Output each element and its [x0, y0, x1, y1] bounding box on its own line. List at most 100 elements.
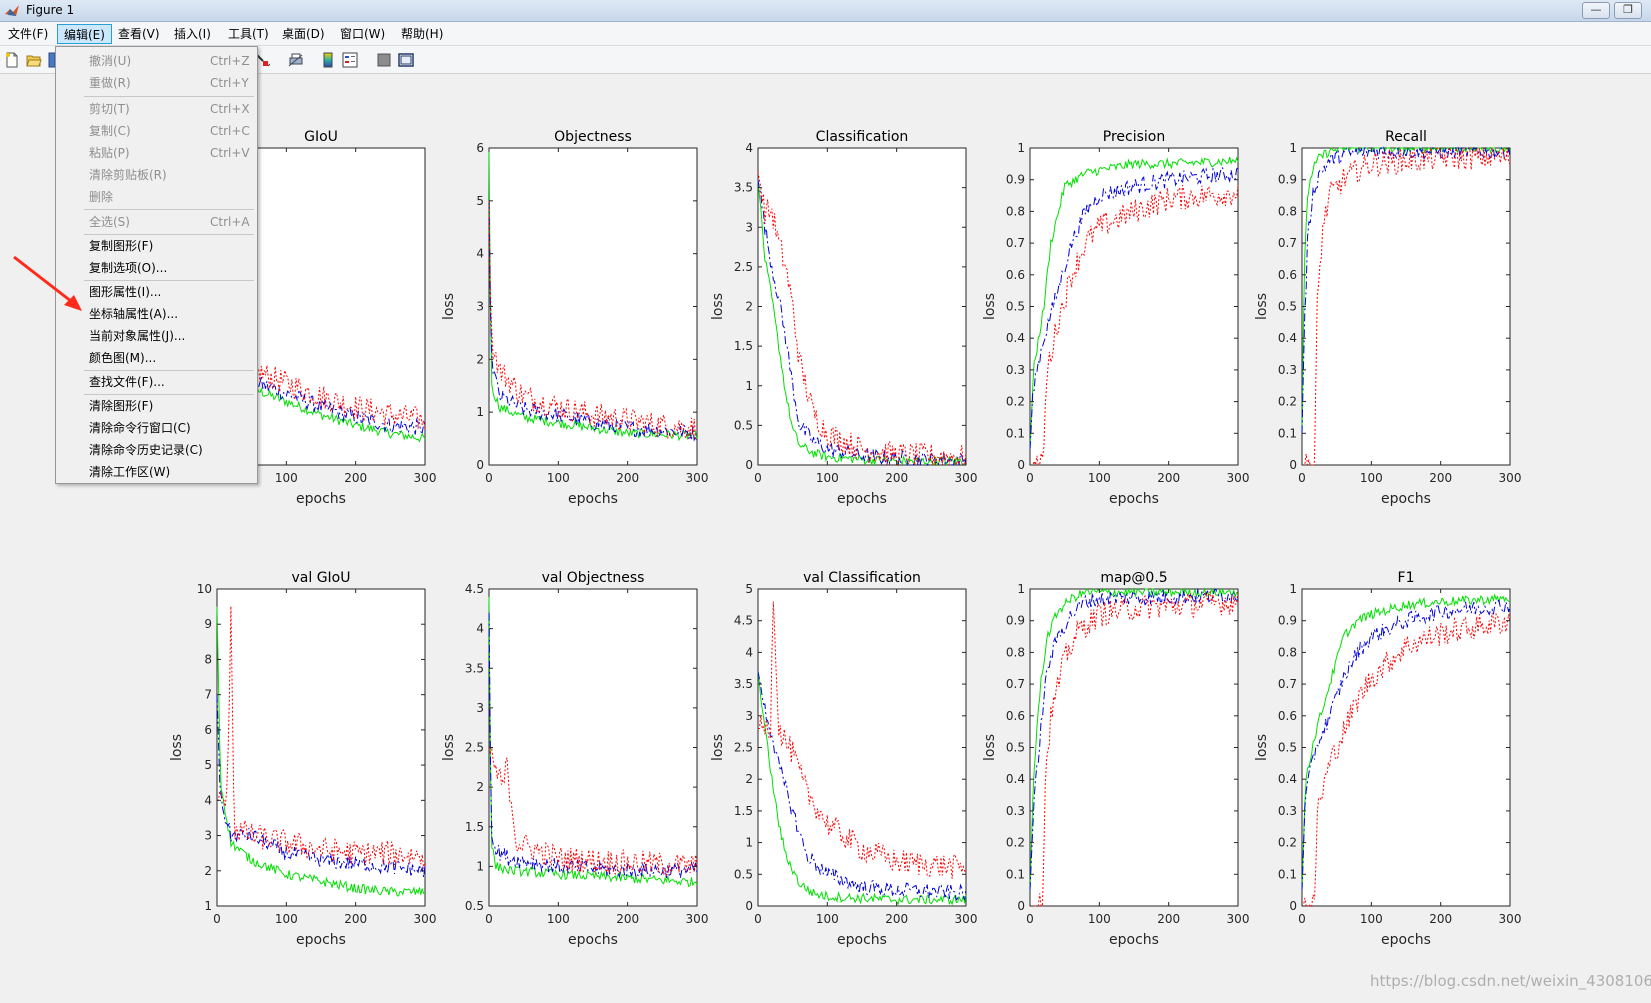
y-tick-label: 5 [745, 582, 753, 596]
menu-item-undo[interactable]: 撤消(U) Ctrl+Z [56, 50, 257, 72]
menu-item-clear-command-history[interactable]: 清除命令历史记录(C) [56, 439, 257, 461]
x-axis-label: epochs [296, 491, 346, 507]
x-tick-label: 100 [275, 912, 298, 926]
x-tick-label: 200 [344, 471, 367, 485]
y-tick-label: 0.7 [1006, 677, 1025, 691]
menu-item-delete[interactable]: 删除 [56, 186, 257, 208]
subplot-f1[interactable]: 0 100 200 300 0 0.1 0.2 0.3 0.4 0.5 0.6 0.7 0.8 0.9 1 F… [1254, 570, 1521, 948]
menu-item-copy-figure[interactable]: 复制图形(F) [56, 235, 257, 257]
x-tick-label: 300 [686, 912, 709, 926]
x-tick-label: 300 [414, 471, 437, 485]
watermark-text: https://blog.csdn.net/weixin_43081063 [1370, 972, 1651, 990]
subplot-val-classification[interactable]: 0 100 200 300 0 0.5 1 1.5 2 2.5 3 3.5 4 4.5 5 val Class… [710, 570, 977, 948]
y-tick-label: 0.3 [1278, 363, 1297, 377]
open-file-icon[interactable] [26, 52, 42, 68]
y-tick-label: 0.9 [1006, 173, 1025, 187]
y-tick-label: 0.6 [1006, 268, 1025, 282]
new-figure-icon[interactable] [4, 52, 20, 68]
y-tick-label: 0.3 [1006, 804, 1025, 818]
menu-item-current-object-properties[interactable]: 当前对象属性(J)... [56, 325, 257, 347]
minimize-button[interactable]: — [1582, 2, 1610, 19]
subplot-recall[interactable]: 0 100 200 300 0 0.1 0.2 0.3 0.4 0.5 0.6 0.7 0.8 0.9 1 R… [1254, 129, 1521, 507]
x-axis-label: epochs [568, 932, 618, 948]
y-tick-label: 0.5 [734, 418, 753, 432]
subplot-precision[interactable]: 0 100 200 300 0 0.1 0.2 0.3 0.4 0.5 0.6 0.7 0.8 0.9 1 P… [982, 129, 1249, 507]
legend-icon[interactable] [342, 52, 358, 68]
menu-item-clear-figure[interactable]: 清除图形(F) [56, 395, 257, 417]
x-tick-label: 100 [1360, 471, 1383, 485]
y-tick-label: 0 [745, 899, 753, 913]
subplot-objectness[interactable]: 0 100 200 300 0 1 2 3 4 5 6 Objectness epochs loss [441, 129, 708, 507]
x-tick-label: 100 [547, 471, 570, 485]
print-icon[interactable] [288, 52, 304, 68]
y-tick-label: 4 [476, 622, 484, 636]
x-tick-label: 0 [754, 912, 762, 926]
title-bar: Figure 1 — ❐ [0, 0, 1651, 22]
menu-file[interactable]: 文件(F) [2, 24, 54, 44]
colorbar-icon[interactable] [320, 52, 336, 68]
y-axis-label: loss [982, 293, 998, 320]
menu-item-redo[interactable]: 重做(R) Ctrl+Y [56, 72, 257, 94]
y-tick-label: 0.5 [1006, 741, 1025, 755]
y-tick-label: 0.1 [1006, 426, 1025, 440]
x-tick-label: 100 [275, 471, 298, 485]
x-tick-label: 0 [1026, 912, 1034, 926]
menu-item-cut[interactable]: 剪切(T) Ctrl+X [56, 98, 257, 120]
y-tick-label: 0.5 [1278, 741, 1297, 755]
y-tick-label: 0.6 [1278, 268, 1297, 282]
menu-insert[interactable]: 插入(I) [168, 24, 217, 44]
menu-help[interactable]: 帮助(H) [395, 24, 449, 44]
y-tick-label: 0.1 [1278, 426, 1297, 440]
restore-button[interactable]: ❐ [1614, 2, 1642, 19]
chart-title: val Classification [803, 570, 921, 586]
y-tick-label: 4 [204, 793, 212, 807]
y-tick-label: 0.7 [1278, 236, 1297, 250]
y-tick-label: 5 [204, 758, 212, 772]
y-tick-label: 3 [204, 829, 212, 843]
menu-item-clear-clipboard[interactable]: 清除剪贴板(R) [56, 164, 257, 186]
menu-item-select-all[interactable]: 全选(S) Ctrl+A [56, 211, 257, 233]
menu-edit[interactable]: 编辑(E) [57, 24, 112, 44]
menu-desktop[interactable]: 桌面(D) [276, 24, 331, 44]
y-tick-label: 1 [1017, 141, 1025, 155]
x-tick-label: 0 [485, 471, 493, 485]
chart-title: Classification [816, 129, 909, 145]
y-tick-label: 0 [1017, 458, 1025, 472]
chart-title: Recall [1385, 129, 1427, 145]
chart-title: Objectness [554, 129, 632, 145]
hide-plot-tools-icon[interactable] [376, 52, 392, 68]
y-tick-label: 3 [476, 701, 484, 715]
y-tick-label: 4 [745, 141, 753, 155]
y-tick-label: 0.4 [1278, 331, 1297, 345]
menu-item-copy[interactable]: 复制(C) Ctrl+C [56, 120, 257, 142]
show-plot-tools-icon[interactable] [398, 52, 414, 68]
y-tick-label: 8 [204, 652, 212, 666]
y-tick-label: 1 [745, 836, 753, 850]
menu-item-paste[interactable]: 粘贴(P) Ctrl+V [56, 142, 257, 164]
subplot-val-objectness[interactable]: 0 100 200 300 0.5 1 1.5 2 2.5 3 3.5 4 4.5 val Objectn… [441, 570, 708, 948]
menu-item-find-files[interactable]: 查找文件(F)... [56, 371, 257, 393]
subplot-classification[interactable]: 0 100 200 300 0 0.5 1 1.5 2 2.5 3 3.5 4 Classificatio… [710, 129, 977, 507]
x-axis-label: epochs [837, 491, 887, 507]
y-tick-label: 6 [204, 723, 212, 737]
subplot-val-giou[interactable]: 0 100 200 300 1 2 3 4 5 6 7 8 9 10 val GIoU epochs loss [169, 570, 436, 948]
x-axis-label: epochs [837, 932, 887, 948]
y-tick-label: 1.5 [465, 820, 484, 834]
menu-item-clear-workspace[interactable]: 清除工作区(W) [56, 461, 257, 483]
window-title: Figure 1 [26, 3, 75, 17]
x-tick-label: 200 [885, 912, 908, 926]
y-tick-label: 4 [476, 247, 484, 261]
axes-box [1301, 147, 1511, 466]
menu-separator [84, 96, 254, 97]
y-tick-label: 2.5 [734, 260, 753, 274]
menu-window[interactable]: 窗口(W) [334, 24, 391, 44]
menu-view[interactable]: 查看(V) [112, 24, 166, 44]
subplot-map-0-5[interactable]: 0 100 200 300 0 0.1 0.2 0.3 0.4 0.5 0.6 0.7 0.8 0.9 1 m… [982, 570, 1249, 948]
y-axis-label: loss [1254, 293, 1270, 320]
y-tick-label: 4.5 [734, 614, 753, 628]
menu-tools[interactable]: 工具(T) [222, 24, 275, 44]
x-tick-label: 300 [1499, 912, 1522, 926]
menu-item-clear-command-window[interactable]: 清除命令行窗口(C) [56, 417, 257, 439]
menu-item-colormap[interactable]: 颜色图(M)... [56, 347, 257, 369]
y-tick-label: 0.4 [1006, 331, 1025, 345]
